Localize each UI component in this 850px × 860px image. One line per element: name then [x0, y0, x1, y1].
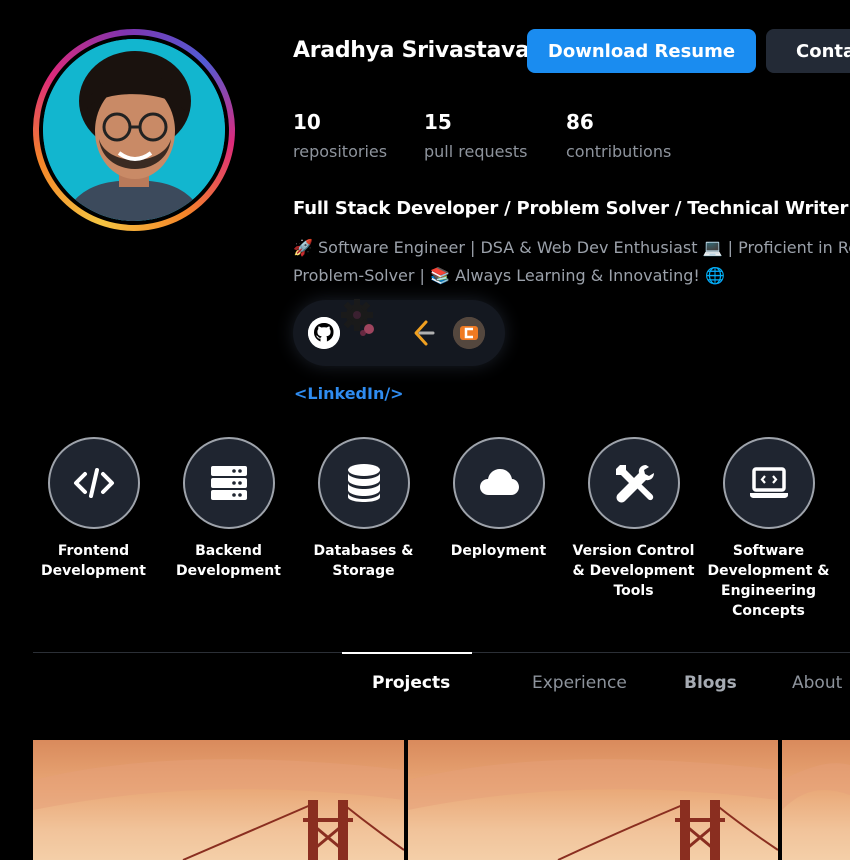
skill-version-control[interactable]: Version Control & Development Tools: [566, 437, 701, 601]
skill-label: Deployment: [450, 543, 547, 559]
stat-label: repositories: [293, 142, 388, 161]
tab-projects[interactable]: Projects: [372, 673, 450, 693]
skill-backend[interactable]: Backend Development: [161, 437, 296, 581]
bio-text: | Proficient in Rea: [727, 238, 850, 257]
skill-frontend[interactable]: Frontend Development: [26, 437, 161, 581]
skill-label: Version Control & Development Tools: [572, 543, 695, 599]
profile-name: Aradhya Srivastava: [293, 38, 530, 63]
tools-icon: [615, 465, 654, 503]
server-icon: [210, 466, 247, 500]
database-icon: [347, 464, 380, 502]
github-icon[interactable]: [308, 317, 340, 349]
skill-label: Frontend Development: [41, 543, 146, 579]
tab-experience[interactable]: Experience: [532, 673, 627, 693]
skill-label: Software Development & Engineering Conce…: [707, 543, 830, 619]
active-tab-indicator: [342, 652, 472, 654]
stat-pull-requests: 15 pull requests: [424, 110, 527, 161]
code-icon: [73, 468, 114, 498]
project-thumbnail: [408, 759, 778, 860]
project-thumbnail: [33, 759, 404, 860]
skill-deployment[interactable]: Deployment: [431, 437, 566, 561]
bio-text: Problem-Solver |: [293, 266, 425, 285]
stat-label: pull requests: [424, 142, 528, 161]
stat-value: 15: [424, 110, 452, 134]
skill-software-engineering[interactable]: Software Development & Engineering Conce…: [701, 437, 836, 621]
stat-value: 10: [293, 110, 321, 134]
gear-icon[interactable]: [339, 297, 379, 337]
cloud-icon: [479, 469, 519, 495]
social-links: [293, 297, 505, 366]
download-resume-button[interactable]: Download Resume: [527, 29, 756, 73]
laptop-icon: 💻: [702, 238, 723, 257]
skill-label: Backend Development: [176, 543, 281, 579]
stat-label: contributions: [566, 142, 672, 161]
codechef-icon[interactable]: [453, 317, 485, 349]
project-card[interactable]: [408, 740, 778, 860]
profile-photo: [43, 39, 225, 221]
bio-text: Software Engineer | DSA & Web Dev Enthus…: [318, 238, 698, 257]
skill-label: Databases & Storage: [313, 543, 414, 579]
stat-value: 86: [566, 110, 594, 134]
globe-icon: 🌐: [704, 266, 725, 285]
bio-line-2: Problem-Solver | 📚 Always Learning & Inn…: [293, 266, 725, 285]
avatar: [33, 29, 235, 231]
project-thumbnail: [782, 763, 850, 810]
tab-blogs[interactable]: Blogs: [684, 673, 737, 693]
bio-text: Always Learning & Innovating!: [455, 266, 700, 285]
stat-contributions: 86 contributions: [566, 110, 671, 161]
project-card[interactable]: [33, 740, 404, 860]
rocket-icon: 🚀: [293, 238, 313, 257]
leetcode-icon[interactable]: [407, 317, 439, 349]
laptop-code-icon: [749, 467, 788, 498]
books-icon: 📚: [430, 266, 450, 285]
project-card[interactable]: [782, 740, 850, 860]
tab-about[interactable]: About: [792, 673, 842, 693]
stat-repositories: 10 repositories: [293, 110, 387, 161]
linkedin-link[interactable]: <LinkedIn/>: [294, 384, 404, 403]
profile-headline: Full Stack Developer / Problem Solver / …: [293, 198, 849, 219]
contact-button[interactable]: Conta: [766, 29, 850, 73]
bio-line-1: 🚀 Software Engineer | DSA & Web Dev Enth…: [293, 238, 850, 257]
skill-databases[interactable]: Databases & Storage: [296, 437, 431, 581]
